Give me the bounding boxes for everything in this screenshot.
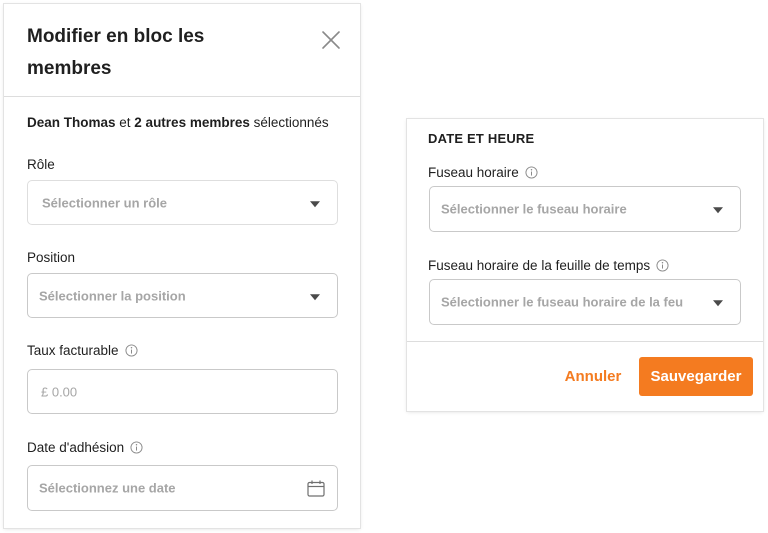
timesheet-timezone-label-text: Fuseau horaire de la feuille de temps [428,258,651,273]
billable-rate-input[interactable]: £ 0.00 [27,369,338,414]
info-icon[interactable] [525,166,538,179]
role-select-placeholder: Sélectionner un rôle [42,195,167,210]
cancel-button[interactable]: Annuler [557,357,629,395]
billable-rate-label: Taux facturable [27,343,138,358]
chevron-down-icon [310,293,320,300]
timezone-label-text: Fuseau horaire [428,165,519,180]
modal-title: Modifier en bloc les membres [27,26,205,79]
close-button[interactable] [320,29,342,51]
save-button[interactable]: Sauvegarder [639,357,753,396]
position-label-text: Position [27,250,76,265]
date-time-section-panel: DATE ET HEURE Fuseau horaire Sélectionne… [407,119,763,411]
timezone-select-placeholder: Sélectionner le fuseau horaire [441,201,627,217]
info-icon[interactable] [130,441,143,454]
selected-count: 2 autres membres [134,115,250,130]
selected-members-summary: Dean Thomas et 2 autres membres sélectio… [27,115,329,130]
timesheet-timezone-select[interactable]: Sélectionner le fuseau horaire de la feu [429,279,741,325]
footer-divider [407,341,763,342]
modal-header: Modifier en bloc les membres [4,4,360,97]
role-label: Rôle [27,157,55,172]
chevron-down-icon [310,200,320,207]
timezone-select[interactable]: Sélectionner le fuseau horaire [429,186,741,232]
selected-member-name: Dean Thomas [27,115,116,130]
billable-rate-label-text: Taux facturable [27,343,119,358]
billable-rate-placeholder: £ 0.00 [41,384,78,399]
timesheet-timezone-label: Fuseau horaire de la feuille de temps [428,258,669,273]
join-date-label: Date d'adhésion [27,440,143,455]
join-date-placeholder: Sélectionnez une date [39,480,176,496]
position-label: Position [27,250,75,265]
timezone-label: Fuseau horaire [428,165,538,180]
join-date-label-text: Date d'adhésion [27,440,125,455]
info-icon[interactable] [656,259,669,272]
chevron-down-icon [713,300,723,307]
close-icon [322,31,340,49]
role-select[interactable]: Sélectionner un rôle [27,180,338,225]
chevron-down-icon [713,207,723,214]
selected-suffix: sélectionnés [249,115,329,130]
selected-connector: et [115,115,135,130]
info-icon[interactable] [125,344,138,357]
position-select-placeholder: Sélectionner la position [39,288,186,303]
role-label-text: Rôle [27,157,55,172]
position-select[interactable]: Sélectionner la position [27,273,338,318]
timesheet-timezone-select-placeholder: Sélectionner le fuseau horaire de la feu [441,294,684,310]
bulk-edit-members-modal: Modifier en bloc les membres Dean Thomas… [4,4,360,528]
join-date-input[interactable]: Sélectionnez une date [27,465,338,511]
section-title: DATE ET HEURE [428,131,535,146]
calendar-icon[interactable] [307,480,325,497]
